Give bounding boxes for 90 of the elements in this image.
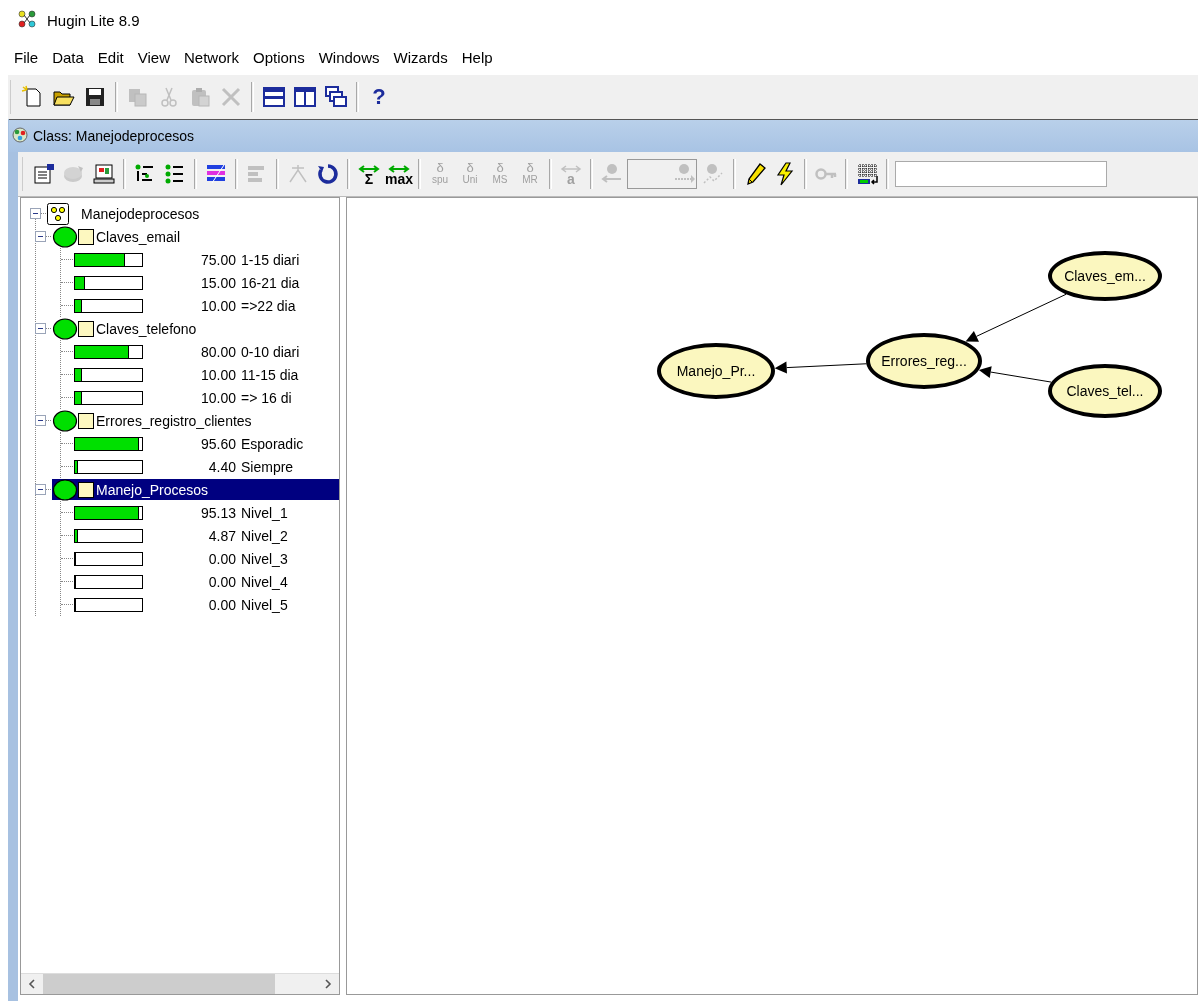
state-label: Nivel_2 — [241, 527, 288, 544]
probability-value: 95.60 — [199, 435, 236, 452]
save-icon — [83, 85, 107, 109]
node-label: Claves_telefono — [96, 320, 197, 337]
probability-value: 15.00 — [199, 274, 236, 291]
node-square-icon — [78, 481, 94, 498]
arrows-icon — [559, 162, 583, 173]
probability-value: 95.13 — [199, 504, 236, 521]
tool-button[interactable]: ? — [364, 81, 394, 113]
state-label: Esporadic — [241, 435, 304, 452]
state-label: Nivel_1 — [241, 504, 288, 521]
node-label: Claves_email — [96, 228, 181, 245]
tree-node-row[interactable]: Errores_registro_clientes — [52, 410, 339, 431]
window-title: Hugin Lite 8.9 — [47, 11, 140, 29]
tree-node-row[interactable]: Manejo_Procesos — [52, 479, 339, 500]
menu-item[interactable]: Network — [176, 48, 246, 66]
chance-node-icon — [52, 317, 78, 340]
node-label: Errores_registro_clientes — [96, 412, 252, 429]
class-icon — [11, 125, 29, 144]
probability-value: 75.00 — [199, 251, 236, 268]
class-window-title: Class: Manejodeprocesos — [33, 128, 195, 144]
probability-value: 0.00 — [207, 573, 236, 590]
reset-icon — [316, 162, 340, 186]
monitor-icon — [92, 162, 116, 186]
tile-vertical-icon — [293, 85, 317, 109]
expand-toggle-icon[interactable] — [30, 208, 41, 219]
expand-toggle-icon[interactable] — [35, 484, 46, 495]
chance-node-icon — [52, 409, 78, 432]
network-node[interactable]: Claves_tel... — [1048, 364, 1162, 418]
state-label: => 16 di — [241, 389, 292, 406]
state-label: Siempre — [241, 458, 294, 475]
search-field[interactable] — [895, 161, 1107, 187]
chance-node-icon — [52, 478, 78, 501]
network-node[interactable]: Claves_em... — [1048, 251, 1162, 301]
app-logo-icon — [17, 9, 37, 28]
menu-item[interactable]: File — [7, 48, 46, 66]
propagate-max-icon — [387, 162, 411, 173]
state-label: 11-15 dia — [241, 366, 299, 383]
node-square-icon — [78, 320, 94, 337]
bar-list-icon — [204, 162, 228, 186]
menu-item[interactable]: Wizards — [386, 48, 455, 66]
expand-toggle-icon[interactable] — [35, 415, 46, 426]
probability-value: 80.00 — [199, 343, 236, 360]
menu-item[interactable]: Data — [45, 48, 91, 66]
properties-icon — [32, 162, 56, 186]
node-path-icon — [702, 162, 726, 186]
network-icon — [47, 202, 69, 225]
tree-root-label[interactable]: Manejodeprocesos — [81, 205, 200, 222]
chance-node-icon — [52, 225, 78, 248]
menu-item[interactable]: Windows — [311, 48, 387, 66]
probability-value: 4.87 — [207, 527, 236, 544]
node-label: Manejo_Procesos — [96, 481, 209, 498]
state-label: Nivel_5 — [241, 596, 288, 613]
probability-value: 10.00 — [199, 297, 236, 314]
tree-node-row[interactable]: Claves_email — [52, 226, 339, 247]
state-label: 16-21 dia — [241, 274, 300, 291]
tool-button[interactable]: max — [384, 158, 414, 190]
node-right-arrow-icon — [672, 162, 696, 186]
node-left-arrow-icon — [600, 162, 624, 186]
horizontal-scrollbar[interactable] — [21, 973, 339, 994]
state-label: 0-10 diari — [241, 343, 300, 360]
expand-toggle-icon[interactable] — [35, 323, 46, 334]
node-square-icon — [78, 412, 94, 429]
scroll-right-icon[interactable] — [323, 978, 333, 990]
probability-value: 0.00 — [207, 596, 236, 613]
state-label: Nivel_4 — [241, 573, 288, 590]
probability-value: 10.00 — [199, 366, 236, 383]
scroll-left-icon[interactable] — [27, 978, 37, 990]
menu-item[interactable]: View — [130, 48, 177, 66]
expand-toggle-icon[interactable] — [35, 231, 46, 242]
node-square-icon — [78, 228, 94, 245]
menu-item[interactable]: Options — [246, 48, 312, 66]
tool-button[interactable]: Σ — [354, 158, 384, 190]
cascade-icon — [324, 85, 348, 109]
scrollbar-thumb[interactable] — [43, 974, 275, 994]
menu-item[interactable]: Help — [454, 48, 500, 66]
table-icon — [855, 162, 879, 186]
network-node[interactable]: Manejo_Pr... — [657, 343, 775, 399]
probability-value: 0.00 — [207, 550, 236, 567]
probability-value: 4.40 — [207, 458, 236, 475]
menu-item[interactable]: Edit — [90, 48, 131, 66]
state-label: Nivel_3 — [241, 550, 288, 567]
tile-horizontal-icon — [262, 85, 286, 109]
probability-value: 10.00 — [199, 389, 236, 406]
tree-node-row[interactable]: Claves_telefono — [52, 318, 339, 339]
state-label: 1-15 diari — [241, 251, 300, 268]
network-node[interactable]: Errores_reg... — [866, 333, 982, 389]
propagate-sum-icon — [357, 162, 381, 173]
state-label: =>22 dia — [241, 297, 296, 314]
delete-icon — [219, 85, 243, 109]
